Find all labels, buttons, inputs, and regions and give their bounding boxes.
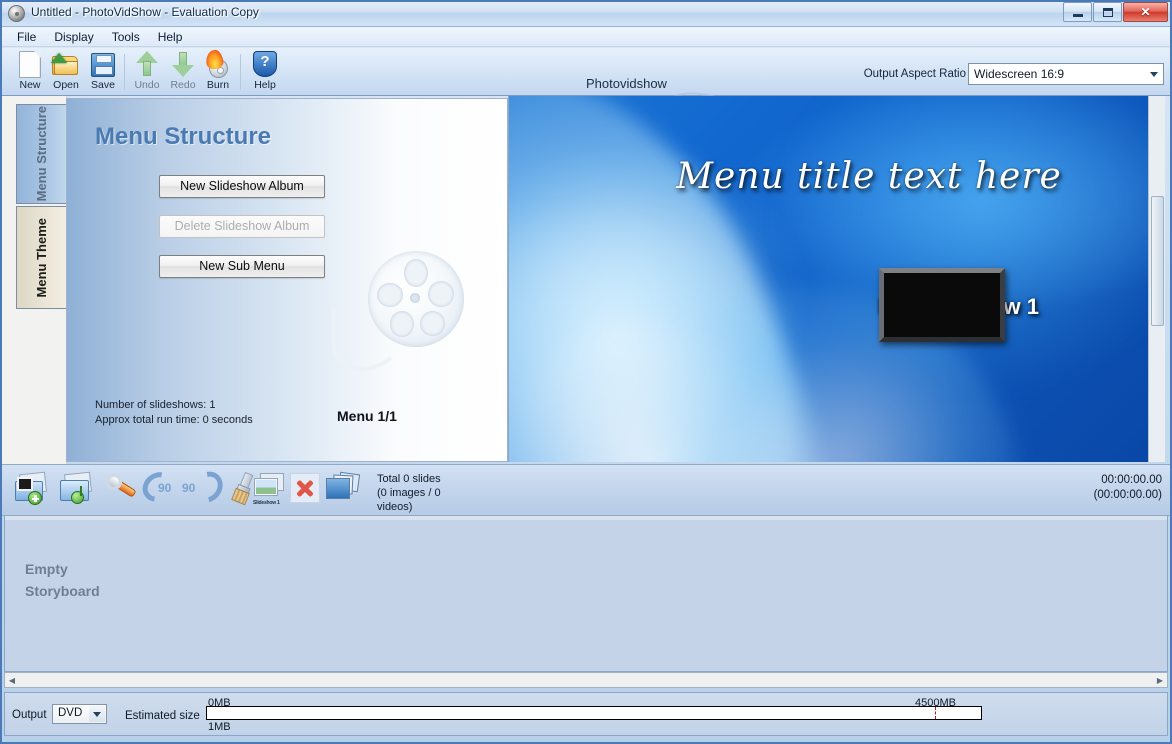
open-folder-icon [51, 50, 80, 78]
aspect-ratio-value: Widescreen 16:9 [974, 67, 1065, 81]
size-capacity-marker [935, 707, 936, 719]
size-current-label: 1MB [208, 721, 231, 733]
maximize-icon [1102, 7, 1113, 17]
slideshow-icon[interactable]: Slideshow 1 [252, 473, 288, 509]
maximize-button[interactable] [1093, 2, 1122, 22]
tab-menu-structure-line1: Menu [34, 167, 49, 202]
add-music-icon[interactable] [59, 471, 95, 509]
close-button[interactable]: ✕ [1123, 2, 1168, 22]
timecode-current: 00:00:00.00 [1101, 474, 1162, 486]
toolbar-burn-button[interactable]: Burn [196, 48, 240, 94]
settings-wrench-icon[interactable] [102, 470, 140, 509]
storyboard-panel[interactable]: Empty Storyboard [4, 516, 1168, 672]
close-icon: ✕ [1140, 5, 1151, 19]
menu-stats-runtime: Approx total run time: 0 seconds [95, 414, 253, 426]
storyboard-empty-line2: Storyboard [25, 583, 100, 599]
slide-count: Total 0 slides (0 images / 0 videos) [377, 472, 441, 514]
menu-item-help[interactable]: Help [149, 28, 192, 46]
toolbar-open-label: Open [53, 79, 79, 91]
help-shield-icon [251, 50, 279, 78]
delete-x-icon[interactable] [290, 473, 326, 509]
undo-arrow-up-icon [133, 50, 161, 78]
menu-stats: Number of slideshows: 1 Approx total run… [95, 398, 253, 428]
estimated-size-bar [206, 706, 982, 720]
toolbar-new-label: New [19, 79, 41, 91]
tab-menu-structure-line2: Structure [34, 106, 49, 165]
menu-item-tools[interactable]: Tools [103, 28, 149, 46]
timecode-display: 00:00:00.00 (00:00:00.00) [1094, 473, 1162, 503]
window-title: Untitled - PhotoVidShow - Evaluation Cop… [31, 5, 259, 19]
preview-swoosh-4 [769, 96, 1165, 396]
chevron-left-icon[interactable]: ◀ [5, 673, 19, 687]
new-slideshow-album-button[interactable]: New Slideshow Album [159, 175, 325, 198]
toolbar-burn-label: Burn [206, 79, 230, 91]
new-document-icon [16, 50, 44, 78]
tab-menu-structure[interactable]: Menu Structure [16, 104, 66, 204]
toolbar-save-button[interactable]: Save [81, 50, 125, 94]
aspect-ratio-select[interactable]: Widescreen 16:9 [968, 63, 1164, 85]
preview-swoosh-3 [513, 200, 1105, 462]
new-sub-menu-button[interactable]: New Sub Menu [159, 255, 325, 278]
minimize-icon [1072, 13, 1083, 17]
storyboard-horizontal-scrollbar[interactable]: ◀ ▶ [4, 672, 1168, 688]
storyboard-empty-line1: Empty [25, 561, 68, 577]
menu-counter: Menu 1/1 [337, 408, 397, 424]
toolbar-separator-2 [240, 54, 241, 90]
output-format-select[interactable]: DVD [52, 704, 107, 724]
storyboard-empty-message: Empty Storyboard [25, 558, 100, 602]
chevron-down-icon-2[interactable] [89, 706, 105, 722]
toolbar-help-label: Help [254, 79, 276, 91]
toolbar-save-label: Save [91, 79, 115, 91]
chevron-right-icon[interactable]: ▶ [1153, 673, 1167, 687]
estimated-size-label: Estimated size [125, 710, 200, 722]
chevron-down-icon[interactable] [1144, 64, 1163, 84]
rotate-right-label: 90 [182, 481, 196, 495]
vertical-tab-strip: Menu Structure Menu Theme [0, 96, 67, 464]
delete-slideshow-album-button: Delete Slideshow Album [159, 215, 325, 238]
toolbar-help-button[interactable]: Help [243, 50, 287, 94]
rotate-left-icon[interactable]: 90 [136, 466, 184, 509]
save-floppy-icon [89, 50, 117, 78]
burn-disc-flame-icon [204, 48, 232, 78]
menu-stats-slideshows: Number of slideshows: 1 [95, 399, 216, 411]
toolbar-undo-label: Undo [134, 79, 160, 91]
redo-arrow-down-icon [169, 50, 197, 78]
minimize-button[interactable] [1063, 2, 1092, 22]
application-window: Untitled - PhotoVidShow - Evaluation Cop… [0, 0, 1172, 744]
storyboard-toolbar: 90 90 Slideshow 1 [0, 464, 1172, 516]
preview-menu-title[interactable]: Menu title text here [639, 156, 1099, 197]
toolbar-redo-label: Redo [170, 79, 196, 91]
menu-bar: File Display Tools Help [0, 27, 1172, 47]
rotate-left-label: 90 [158, 481, 172, 495]
film-reel-watermark-icon [330, 251, 464, 371]
slide-count-videos: videos) [377, 501, 413, 513]
slide-count-images: (0 images / 0 [377, 487, 441, 499]
tab-menu-theme-line2: Theme [34, 217, 49, 260]
photo-stack-icon-2[interactable] [325, 471, 361, 509]
brand-label: Photovidshow [586, 76, 667, 91]
output-format-value: DVD [58, 707, 83, 719]
preview-swoosh-1 [509, 96, 884, 462]
slide-count-total: Total 0 slides [377, 473, 441, 485]
tab-menu-theme-line1: Menu [34, 263, 49, 298]
preview-vertical-scrollbar[interactable] [1148, 96, 1165, 462]
storyboard-top-edge [5, 516, 1167, 520]
window-controls: ✕ [1063, 2, 1168, 22]
menu-item-file[interactable]: File [8, 28, 45, 46]
app-icon [8, 5, 25, 22]
add-images-icon[interactable] [14, 471, 50, 509]
preview-slideshow-thumbnail[interactable] [879, 268, 1005, 342]
rotate-right-icon[interactable]: 90 [182, 465, 229, 509]
output-label: Output [12, 709, 47, 721]
timecode-total: (00:00:00.00) [1093, 489, 1162, 501]
title-bar: Untitled - PhotoVidShow - Evaluation Cop… [0, 0, 1172, 27]
menu-item-display[interactable]: Display [45, 28, 102, 46]
page-title: Menu Structure [95, 123, 272, 150]
tab-menu-theme[interactable]: Menu Theme [16, 206, 66, 309]
slideshow-icon-caption: Slideshow 1 [253, 500, 280, 506]
aspect-ratio-label: Output Aspect Ratio [863, 68, 966, 80]
preview-scrollbar-thumb[interactable] [1151, 196, 1164, 326]
menu-preview-panel[interactable]: Menu title text here My slideshow 1 [508, 96, 1165, 462]
